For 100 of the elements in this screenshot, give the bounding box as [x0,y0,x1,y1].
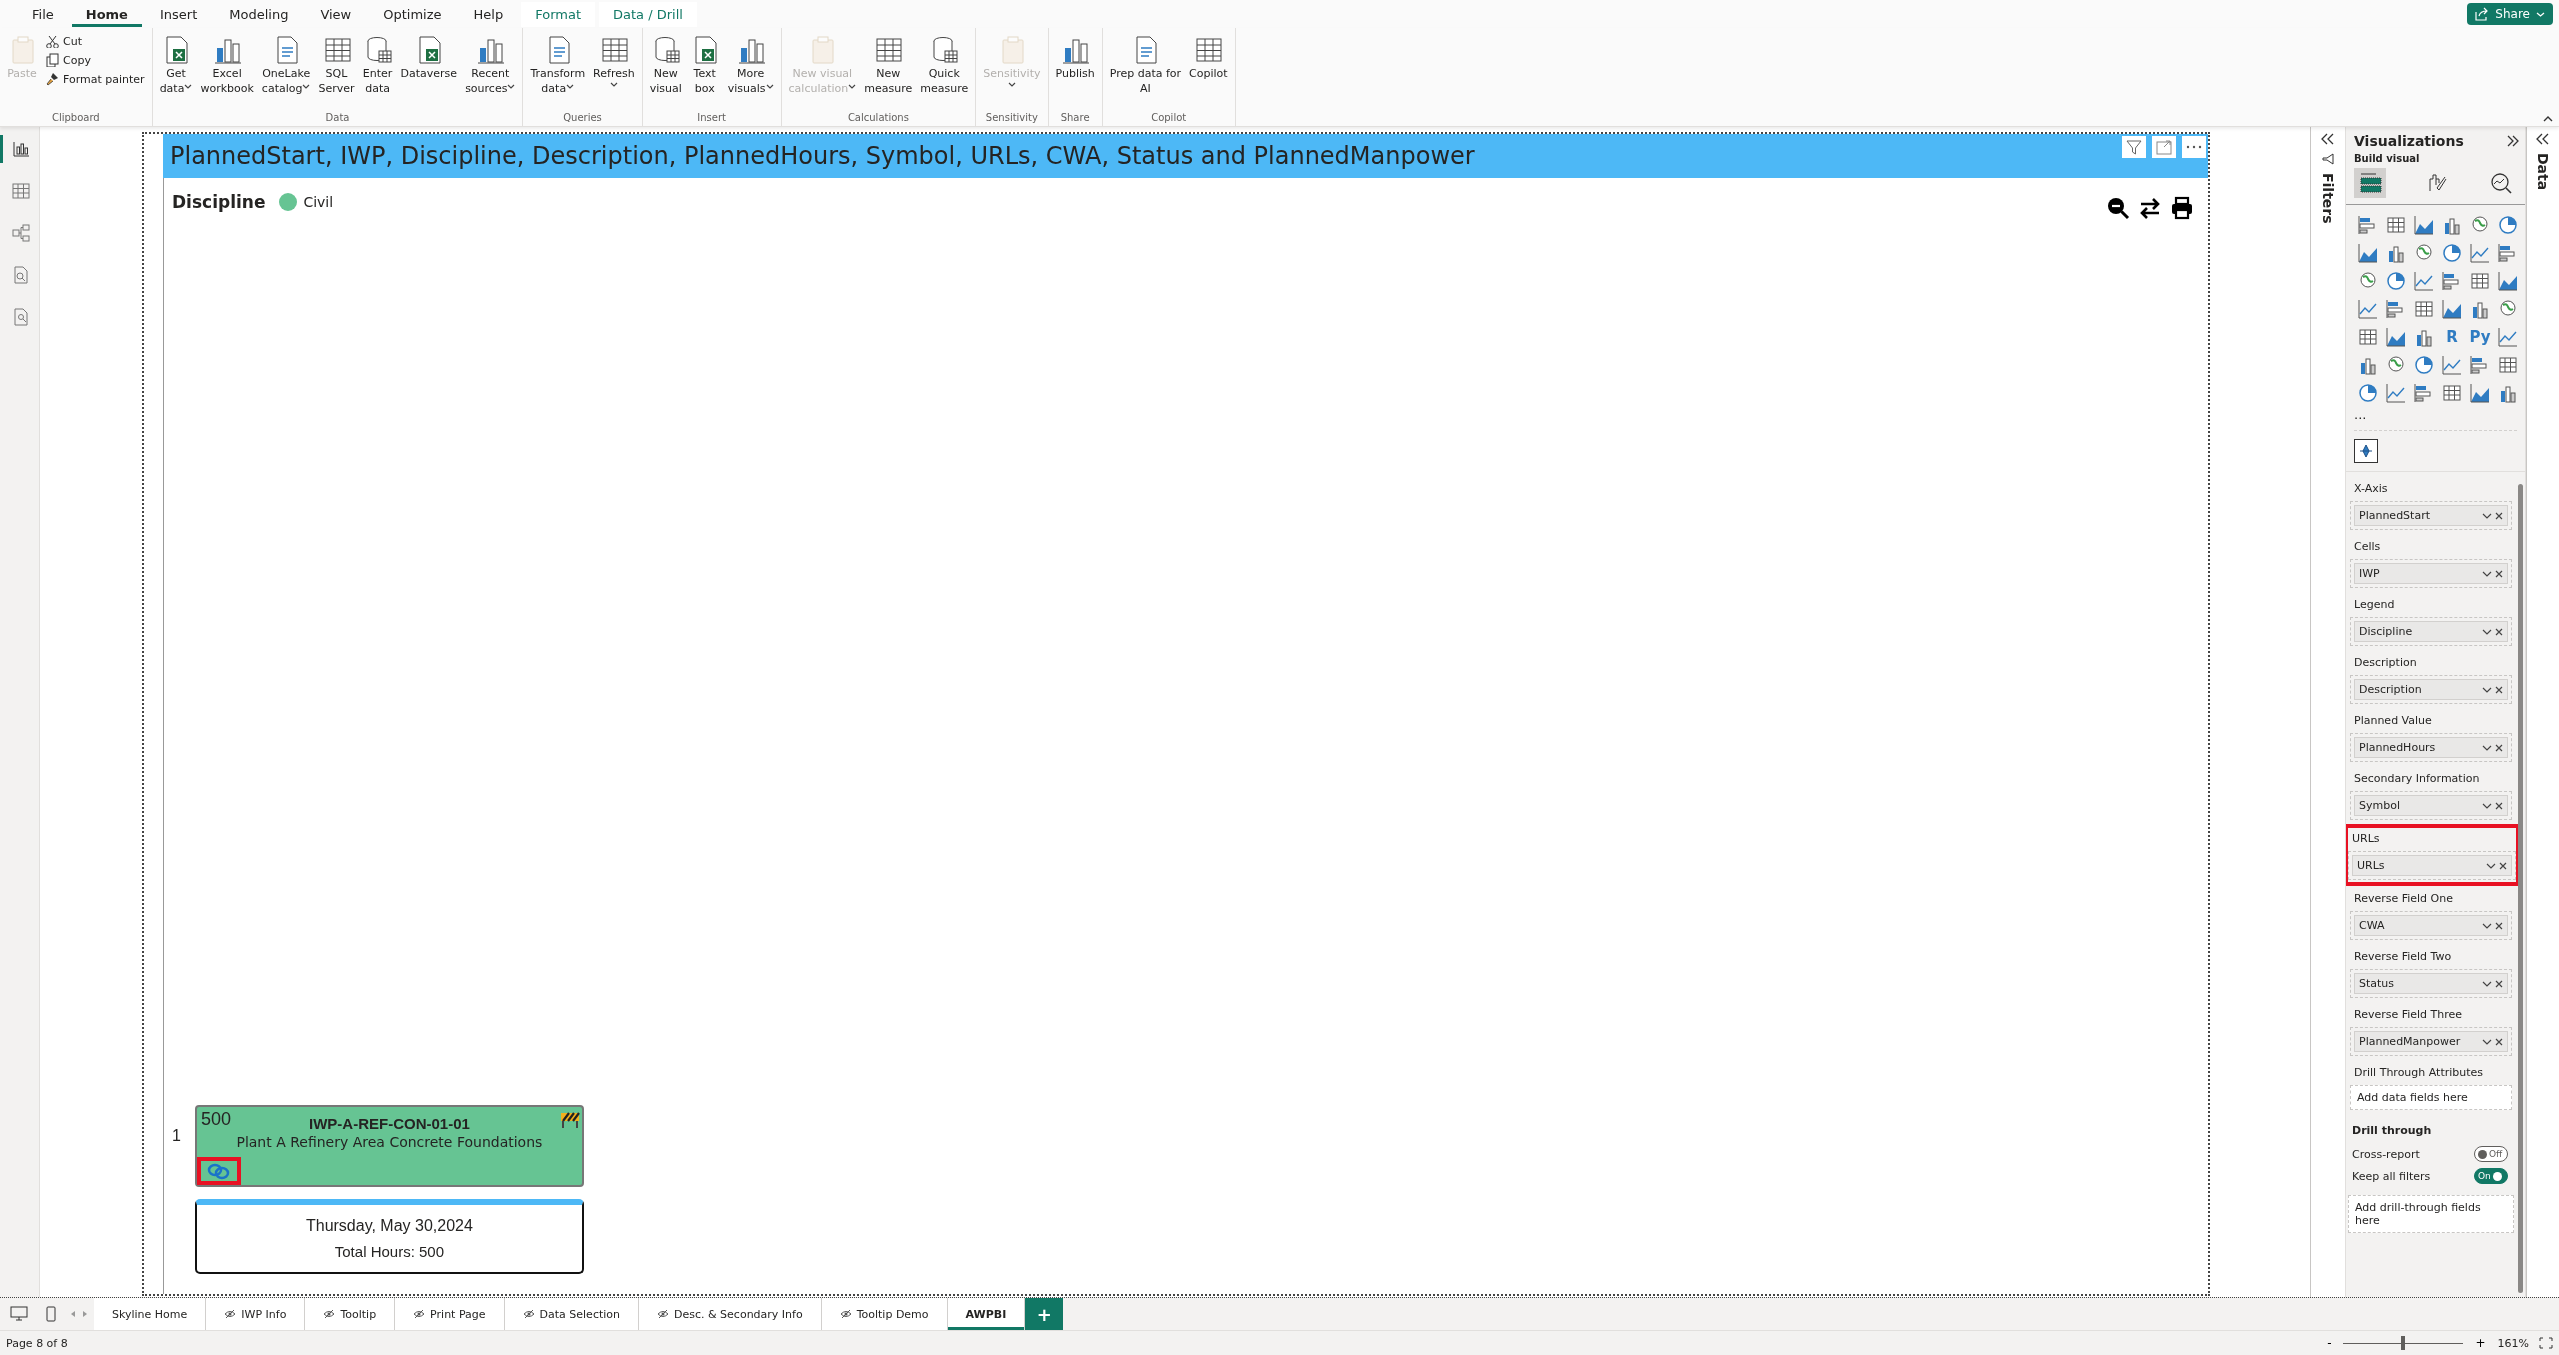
ribbon-button[interactable]: New visual [646,32,685,98]
page-tab[interactable]: Tooltip Demo [821,1298,948,1330]
visual-type-button[interactable]: R [2446,328,2458,346]
ribbon-button[interactable]: More visuals [724,32,777,98]
area-chart-icon[interactable] [2414,215,2434,235]
map-icon[interactable] [2358,271,2378,291]
line-chart-icon[interactable] [2442,355,2462,375]
ribbon-button[interactable]: Copy [42,51,148,69]
page-tab[interactable]: Print Page [395,1298,505,1330]
ribbon-button[interactable]: Refresh [590,32,638,92]
field-pill[interactable]: CWA [2354,915,2508,936]
table-icon[interactable] [2498,355,2518,375]
analytics-icon[interactable] [2489,171,2513,195]
column-chart-icon[interactable] [2442,215,2462,235]
bar-chart-icon[interactable] [2386,299,2406,319]
ribbon-button[interactable]: Cut [42,32,148,50]
visual-type-button[interactable]: Py [2469,328,2491,346]
chevron-down-icon[interactable] [2482,921,2492,930]
menu-tab[interactable]: View [306,1,366,27]
page-tab[interactable]: IWP Info [206,1298,306,1330]
menu-tab[interactable]: Home [71,1,142,27]
map-icon[interactable] [2386,355,2406,375]
desktop-icon[interactable] [10,1306,28,1322]
line-chart-icon[interactable] [2358,299,2378,319]
line-chart-icon[interactable] [2470,243,2490,263]
chevron-up-icon[interactable] [2543,115,2553,122]
table-icon[interactable] [2470,271,2490,291]
share-button[interactable]: Share [2467,3,2553,25]
ribbon-button[interactable]: Get data [156,32,196,98]
column-chart-icon[interactable] [2470,299,2490,319]
pie-chart-icon[interactable] [2498,215,2518,235]
swap-arrows-icon[interactable] [2138,196,2162,220]
filters-pane-label[interactable]: Filters [2320,173,2336,224]
next-icon[interactable] [82,1310,88,1318]
field-pill[interactable]: Status [2354,973,2508,994]
column-chart-icon[interactable] [2386,243,2406,263]
table-icon[interactable] [2442,383,2462,403]
fields-icon[interactable] [2358,171,2382,195]
ribbon-button[interactable]: SQL Server [315,32,358,98]
field-pill[interactable]: Discipline [2354,621,2508,642]
zoom-in-button[interactable]: + [2473,1336,2488,1350]
remove-icon[interactable] [2495,685,2503,694]
filter-icon[interactable] [2124,137,2144,157]
field-pill[interactable]: URLs [2352,855,2512,876]
add-page-button[interactable]: + [1025,1298,1064,1330]
remove-icon[interactable] [2495,511,2503,520]
remove-icon[interactable] [2495,1037,2503,1046]
collapse-icon[interactable] [2536,133,2550,145]
area-chart-icon[interactable] [2386,327,2406,347]
print-icon[interactable] [2170,196,2194,220]
drop-field[interactable]: Add data fields here [2350,1085,2512,1110]
remove-icon[interactable] [2499,861,2507,870]
chevron-down-icon[interactable] [2486,861,2496,870]
bar-chart-icon[interactable] [2414,383,2434,403]
chevron-down-icon[interactable] [2482,569,2492,578]
map-icon[interactable] [2498,299,2518,319]
chevron-down-icon[interactable] [2482,743,2492,752]
page-tab[interactable]: AWPBI [947,1298,1026,1330]
field-pill[interactable]: Symbol [2354,795,2508,816]
field-pill[interactable]: PlannedStart [2354,505,2508,526]
drop-field[interactable]: Add drill-through fields here [2348,1195,2514,1233]
page-tab[interactable]: Skyline Home [94,1298,207,1330]
bar-chart-icon[interactable] [2442,271,2462,291]
collapse-icon[interactable] [2321,133,2335,145]
remove-icon[interactable] [2495,921,2503,930]
bar-chart-icon[interactable] [2498,243,2518,263]
field-pill[interactable]: Description [2354,679,2508,700]
chevron-down-icon[interactable] [2482,1037,2492,1046]
pie-chart-icon[interactable] [2358,383,2378,403]
chevron-down-icon[interactable] [2482,511,2492,520]
area-chart-icon[interactable] [2442,299,2462,319]
pie-chart-icon[interactable] [2386,271,2406,291]
bar-chart-icon[interactable] [2358,215,2378,235]
fit-to-page-icon[interactable] [2539,1337,2553,1349]
page-tab[interactable]: Tooltip [305,1298,396,1330]
page-tab[interactable]: Desc. & Secondary Info [639,1298,822,1330]
chevron-down-icon[interactable] [2482,685,2492,694]
ribbon-button[interactable]: Excel workbook [197,32,257,98]
ribbon-button[interactable]: Format painter [42,70,148,88]
chevron-down-icon[interactable] [2482,627,2492,636]
zoom-out-button[interactable]: - [2325,1336,2334,1350]
page-tab[interactable]: Data Selection [504,1298,639,1330]
map-icon[interactable] [2470,215,2490,235]
ribbon-button[interactable]: Text box [686,32,723,98]
menu-tab[interactable]: Insert [145,1,212,27]
ribbon-button[interactable]: Transform data [527,32,589,98]
zoom-out-icon[interactable] [2106,196,2130,220]
column-chart-icon[interactable] [2358,355,2378,375]
phone-icon[interactable] [46,1306,56,1322]
ribbon-button[interactable]: Publish [1052,32,1098,83]
menu-tab[interactable]: File [18,1,68,27]
custom-visual-icon[interactable] [2358,443,2374,459]
menu-tab[interactable]: Help [459,1,518,27]
menu-tab[interactable]: Modeling [215,1,303,27]
field-pill[interactable]: PlannedHours [2354,737,2508,758]
line-chart-icon[interactable] [2414,271,2434,291]
area-chart-icon[interactable] [2358,243,2378,263]
ribbon-button[interactable]: Recent sources [462,32,519,98]
data-pane-label[interactable]: Data [2535,153,2551,191]
remove-icon[interactable] [2495,627,2503,636]
